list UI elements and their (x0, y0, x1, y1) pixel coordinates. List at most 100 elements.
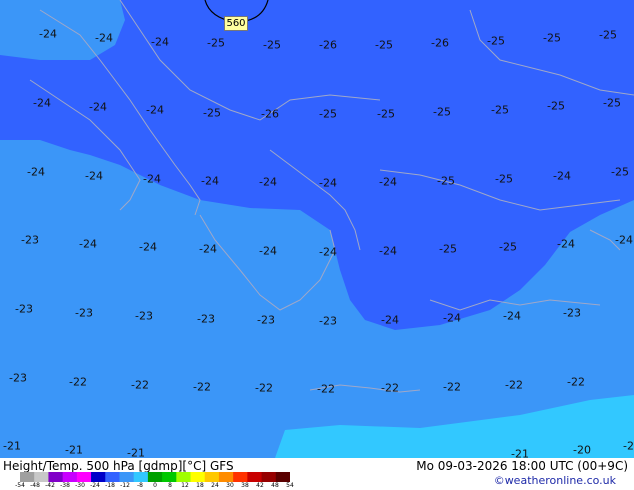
temperature-label: -22 (255, 381, 273, 395)
scale-tick-label: 42 (256, 482, 264, 489)
scale-tick-label: 24 (211, 482, 219, 489)
scale-tick-label: -12 (120, 482, 130, 489)
map-valid-time: Mo 09-03-2026 18:00 UTC (00+9C) (416, 459, 628, 473)
scale-swatch (34, 472, 49, 482)
scale-swatch (62, 472, 78, 482)
scale-tick-label: -18 (105, 482, 115, 489)
color-scale-bar (20, 472, 290, 482)
temperature-label: -22 (567, 375, 585, 389)
temperature-label: -24 (201, 174, 219, 188)
temperature-label: -24 (379, 175, 397, 189)
scale-tick-label: 30 (226, 482, 234, 489)
temperature-label: -23 (9, 371, 27, 385)
temperature-label: -23 (135, 309, 153, 323)
temperature-label: -25 (377, 107, 395, 121)
temperature-label: -21 (511, 447, 529, 459)
scale-tick-label: -42 (45, 482, 55, 489)
temperature-label: -24 (85, 169, 103, 183)
scale-swatch (247, 472, 263, 482)
scale-tick-label: -8 (137, 482, 143, 489)
scale-tick-label: 18 (196, 482, 204, 489)
scale-tick-label: -48 (30, 482, 40, 489)
temperature-label: -24 (557, 237, 575, 251)
temperature-label: -23 (197, 312, 215, 326)
temperature-label: -24 (379, 244, 397, 258)
temperature-label: -22 (505, 378, 523, 392)
scale-swatch (147, 472, 163, 482)
scale-swatch (204, 472, 220, 482)
scale-swatch (233, 472, 248, 482)
scale-swatch (20, 472, 35, 482)
scale-tick-label: -38 (60, 482, 70, 489)
contour-label: 560 (224, 16, 248, 31)
temperature-label: -25 (263, 38, 281, 52)
temperature-label: -25 (611, 165, 629, 179)
temperature-label: -24 (27, 165, 45, 179)
scale-tick-label: 48 (271, 482, 279, 489)
scale-tick-label: -54 (15, 482, 25, 489)
temperature-label: -22 (69, 375, 87, 389)
temperature-label: -26 (261, 107, 279, 121)
temperature-label: -24 (39, 27, 57, 41)
credit-link[interactable]: ©weatheronline.co.uk (494, 474, 616, 487)
temperature-label: -26 (319, 38, 337, 52)
scale-swatch (190, 472, 206, 482)
temperature-label: -25 (433, 105, 451, 119)
scale-swatch (119, 472, 135, 482)
scale-tick-label: 54 (286, 482, 294, 489)
scale-swatch (275, 472, 290, 482)
temperature-label: -24 (33, 96, 51, 110)
scale-tick-label: 12 (181, 482, 189, 489)
temperature-label: -26 (431, 36, 449, 50)
temperature-label: -22 (131, 378, 149, 392)
temperature-label: -21 (3, 439, 21, 453)
temperature-label: -25 (207, 36, 225, 50)
temperature-label: -24 (443, 311, 461, 325)
temperature-label: -24 (381, 313, 399, 327)
scale-tick-label: 38 (241, 482, 249, 489)
map-footer: Height/Temp. 500 hPa [gdmp][°C] GFS Mo 0… (0, 458, 634, 490)
temperature-label: -24 (199, 242, 217, 256)
temperature-label: -21 (127, 446, 145, 459)
temperature-label: -25 (319, 107, 337, 121)
scale-tick-label: -30 (75, 482, 85, 489)
temperature-label: -22 (317, 382, 335, 396)
temperature-label: -23 (563, 306, 581, 320)
temperature-label: -25 (437, 174, 455, 188)
scale-swatch (48, 472, 64, 482)
temperature-label: -25 (495, 172, 513, 186)
temperature-label: -24 (146, 103, 164, 117)
temperature-label: -24 (89, 100, 107, 114)
scale-swatch (105, 472, 120, 482)
color-scale-ticks: -54 -48 -42 -38 -30 -24 -18 -12 -8 0 8 12 18 24 30 38 42… (14, 482, 304, 490)
scale-tick-label: -24 (90, 482, 100, 489)
temperature-label: -25 (203, 106, 221, 120)
temperature-label: -22 (443, 380, 461, 394)
temperature-label: -24 (95, 31, 113, 45)
temperature-label: -24 (259, 175, 277, 189)
temperature-label: -25 (603, 96, 621, 110)
temperature-label: -24 (553, 169, 571, 183)
weather-map: 560 -24 -24 -24 -25 -25 -26 -25 -26 -25 -25 -25 -24… (0, 0, 634, 458)
temperature-label: -21 (65, 443, 83, 457)
temperature-label: -25 (547, 99, 565, 113)
scale-swatch (76, 472, 92, 482)
temperature-label: -25 (543, 31, 561, 45)
temperature-label: -23 (15, 302, 33, 316)
temperature-label: -24 (319, 176, 337, 190)
temperature-label: -25 (499, 240, 517, 254)
temperature-label: -24 (151, 35, 169, 49)
temperature-label: -22 (381, 381, 399, 395)
map-title: Height/Temp. 500 hPa [gdmp][°C] GFS (3, 459, 234, 473)
temperature-label: -25 (491, 103, 509, 117)
temperature-label: -25 (599, 28, 617, 42)
scale-swatch (261, 472, 277, 482)
temperature-label: -23 (319, 314, 337, 328)
scale-swatch (133, 472, 149, 482)
temperature-label: -24 (139, 240, 157, 254)
scale-tick-label: 8 (168, 482, 172, 489)
scale-tick-label: 0 (153, 482, 157, 489)
temperature-label: -24 (319, 245, 337, 259)
temperature-label: -23 (21, 233, 39, 247)
temperature-label: -24 (79, 237, 97, 251)
